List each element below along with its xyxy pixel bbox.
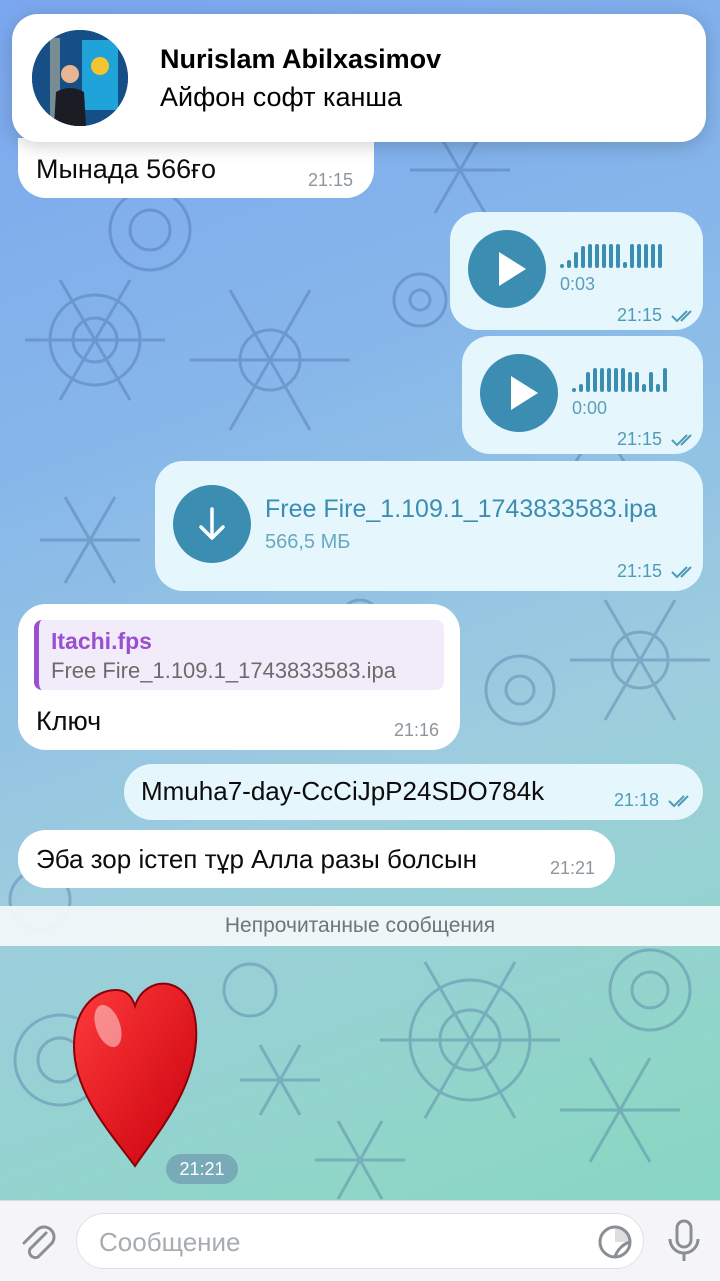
waveform (560, 244, 662, 268)
paperclip-icon[interactable] (16, 1219, 60, 1263)
heart-emoji[interactable] (68, 980, 202, 1170)
read-checkmarks-icon (671, 566, 692, 579)
play-button[interactable] (480, 354, 558, 432)
message-bubble-incoming[interactable]: Эба зор істеп тұр Алла разы болсын 21:21 (18, 830, 615, 888)
message-time: 21:15 (617, 561, 697, 582)
read-checkmarks-icon (668, 795, 689, 808)
notification-sender: Nurislam Abilxasimov (160, 44, 442, 74)
unread-messages-divider: Непрочитанные сообщения (0, 906, 720, 946)
message-composer (0, 1200, 720, 1281)
reply-quoted-text: Free Fire_1.109.1_1743833583.ipa (51, 658, 396, 683)
message-bubble-outgoing[interactable]: Mmuha7-day-CcCiJpP24SDO784k 21:18 (124, 764, 703, 820)
microphone-icon[interactable] (664, 1217, 704, 1265)
message-text: Ключ (36, 706, 102, 736)
file-message-bubble[interactable]: Free Fire_1.109.1_1743833583.ipa 566,5 М… (155, 461, 703, 591)
message-text: Эба зор істеп тұр Алла разы болсын (36, 844, 478, 874)
sticker-icon[interactable] (597, 1224, 633, 1260)
message-bubble-incoming[interactable]: Мынада 566ғо 21:15 (18, 138, 374, 198)
play-button[interactable] (468, 230, 546, 308)
message-input-field[interactable] (76, 1213, 644, 1269)
notification-banner[interactable]: Nurislam Abilxasimov Айфон софт канша (12, 14, 706, 142)
reply-author: Itachi.fps (51, 628, 152, 654)
notification-message: Айфон софт канша (160, 82, 403, 112)
message-time: 21:15 (617, 429, 697, 450)
read-checkmarks-icon (671, 310, 692, 323)
voice-duration: 0:03 (560, 274, 596, 294)
voice-duration: 0:00 (572, 398, 608, 418)
play-icon (499, 252, 526, 286)
file-size: 566,5 МБ (265, 531, 351, 553)
avatar (32, 30, 128, 126)
download-button[interactable] (173, 485, 251, 563)
message-time: 21:18 (614, 790, 694, 811)
message-time: 21:15 (308, 170, 354, 190)
message-input[interactable] (97, 1222, 581, 1262)
download-arrow-icon (199, 507, 225, 540)
message-time: 21:15 (617, 305, 697, 326)
message-time: 21:21 (166, 1154, 238, 1184)
reply-message-bubble[interactable]: Itachi.fps Free Fire_1.109.1_1743833583.… (18, 604, 460, 750)
voice-message-bubble[interactable]: 0:03 21:15 (450, 212, 703, 330)
play-icon (511, 376, 538, 410)
waveform (572, 368, 667, 392)
message-time: 21:21 (550, 858, 596, 878)
message-time: 21:16 (394, 720, 440, 740)
reply-quote[interactable]: Itachi.fps Free Fire_1.109.1_1743833583.… (34, 620, 444, 690)
voice-message-bubble[interactable]: 0:00 21:15 (462, 336, 703, 454)
message-text: Мынада 566ғо (36, 154, 217, 184)
file-name: Free Fire_1.109.1_1743833583.ipa (265, 495, 657, 523)
read-checkmarks-icon (671, 434, 692, 447)
message-text: Mmuha7-day-CcCiJpP24SDO784k (141, 776, 545, 806)
